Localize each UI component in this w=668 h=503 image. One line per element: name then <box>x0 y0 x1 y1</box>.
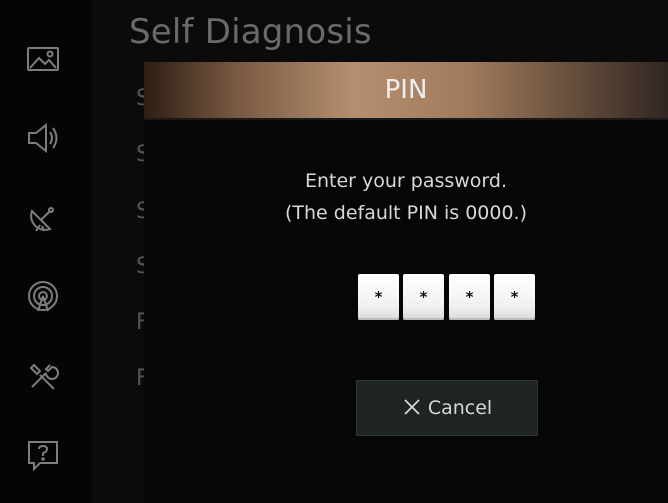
sound-icon[interactable] <box>24 119 62 157</box>
pin-digit-mask: * <box>419 288 428 306</box>
page-title: Self Diagnosis <box>129 12 372 52</box>
pin-digit-field[interactable]: * <box>494 274 535 320</box>
pin-prompt-line-2: (The default PIN is 0000.) <box>284 202 528 224</box>
dialog-header: PIN <box>144 62 668 120</box>
broadcasting-icon[interactable] <box>24 199 62 237</box>
cancel-label: Cancel <box>427 397 493 419</box>
pin-digit-field[interactable]: * <box>449 274 490 320</box>
settings-sidebar <box>0 0 92 503</box>
pin-digit-field[interactable]: * <box>358 274 399 320</box>
system-tools-icon[interactable] <box>24 357 62 395</box>
network-icon[interactable] <box>24 278 62 316</box>
pin-digit-field[interactable]: * <box>403 274 444 320</box>
pin-digit-mask: * <box>374 288 383 306</box>
close-icon <box>402 397 422 417</box>
dialog-title: PIN <box>384 75 428 105</box>
tv-settings-screen: Self Diagnosis S S S S F F PIN Enter you… <box>0 0 668 503</box>
cancel-button[interactable]: Cancel <box>356 380 538 436</box>
pin-dialog: PIN Enter your password. (The default PI… <box>144 62 668 503</box>
pin-prompt-line-1: Enter your password. <box>304 170 508 192</box>
support-icon[interactable] <box>24 437 62 475</box>
pin-digit-mask: * <box>465 288 474 306</box>
picture-icon[interactable] <box>24 40 62 78</box>
cancel-button-content: Cancel <box>357 381 537 435</box>
pin-digit-mask: * <box>510 288 519 306</box>
